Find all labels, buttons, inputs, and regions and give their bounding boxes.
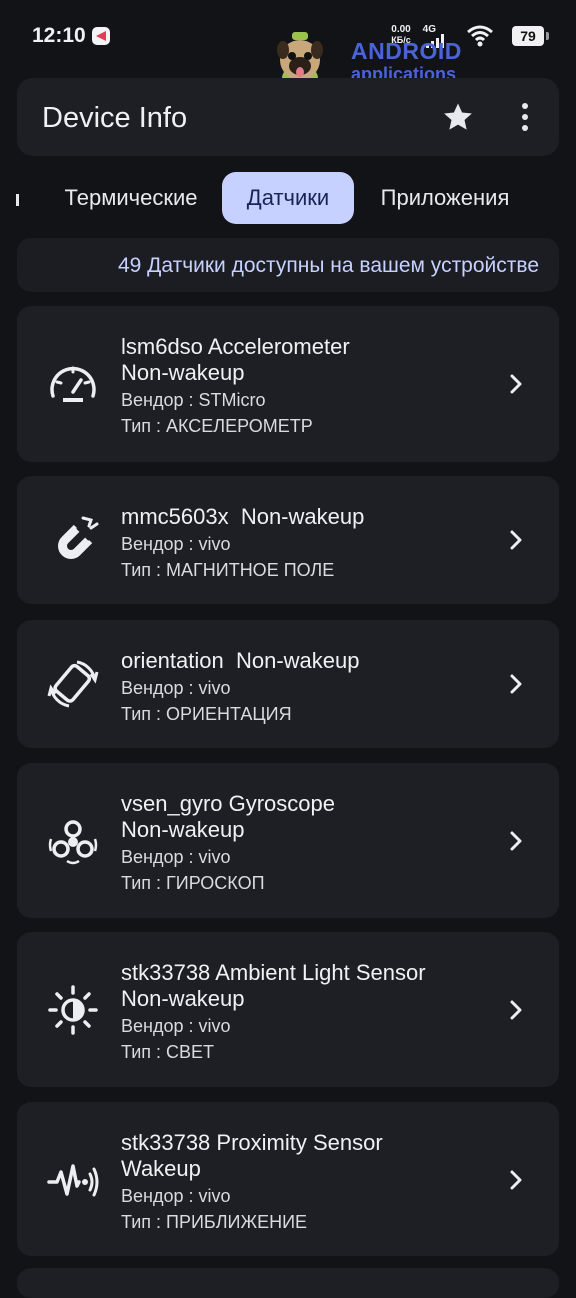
sensor-vendor: Вендор : STMicro [121, 390, 266, 410]
chevron-right-icon [510, 1170, 522, 1190]
screen-rotation-icon [47, 660, 99, 708]
sensor-vendor: Вендор : vivo [121, 1186, 231, 1206]
network-speed-value: 0.00 [391, 24, 411, 35]
tab-bar: Термические Датчики Приложения [0, 172, 576, 226]
sensor-card-accelerometer[interactable]: lsm6dso Accelerometer Non-wakeup Вендор … [17, 306, 559, 462]
proximity-icon [47, 1164, 99, 1197]
chevron-right-icon [510, 374, 522, 394]
sensor-count-text: 49 Датчики доступны на вашем устройстве [117, 254, 539, 277]
sensor-vendor: Вендор : vivo [121, 678, 231, 698]
sensor-name: mmc5603x Non-wakeup [121, 504, 365, 529]
sensor-type: Тип : СВЕТ [121, 1042, 215, 1062]
chevron-right-icon [510, 674, 522, 694]
battery-indicator: 79 [512, 26, 549, 46]
speedometer-icon [50, 366, 96, 402]
sensor-name: vsen_gyro Gyroscope Non-wakeup [121, 791, 335, 842]
sensor-type: Тип : ГИРОСКОП [121, 873, 265, 893]
app-bar: Device Info [17, 78, 559, 156]
sensor-type: Тип : МАГНИТНОЕ ПОЛЕ [121, 560, 335, 580]
sensor-card-magnetic[interactable]: mmc5603x Non-wakeup Вендор : vivo Тип : … [17, 476, 559, 604]
sensor-name: stk33738 Ambient Light Sensor Non-wakeup [121, 960, 426, 1011]
chevron-right-icon [510, 530, 522, 550]
chevron-right-icon [510, 831, 522, 851]
sensor-name: orientation Non-wakeup [121, 648, 360, 673]
app-title: Device Info [42, 102, 188, 134]
sensor-type: Тип : ПРИБЛИЖЕНИЕ [121, 1212, 308, 1232]
chevron-right-icon [510, 1000, 522, 1020]
tab-thermal[interactable]: Термические [44, 172, 218, 224]
star-icon[interactable] [441, 100, 475, 134]
sensor-name: lsm6dso Accelerometer Non-wakeup [121, 334, 350, 385]
sensor-vendor: Вендор : vivo [121, 847, 231, 867]
notification-app-icon [92, 27, 110, 45]
gyroscope-icon [48, 820, 98, 865]
sensor-type: Тип : АКСЕЛЕРОМЕТР [121, 416, 313, 436]
sensor-vendor: Вендор : vivo [121, 534, 231, 554]
watermark-title: ANDROID [351, 38, 462, 64]
sensor-card-light[interactable]: stk33738 Ambient Light Sensor Non-wakeup… [17, 932, 559, 1087]
magnet-icon [58, 516, 99, 559]
tab-partial-offscreen[interactable] [16, 194, 19, 206]
tab-apps[interactable]: Приложения [362, 172, 528, 224]
sensor-card-next-partial[interactable] [17, 1268, 559, 1298]
tab-sensors[interactable]: Датчики [222, 172, 354, 224]
sensor-count-banner: 49 Датчики доступны на вашем устройстве [17, 238, 559, 292]
brightness-icon [48, 985, 98, 1035]
more-vert-icon[interactable] [513, 100, 537, 134]
sensor-type: Тип : ОРИЕНТАЦИЯ [121, 704, 292, 724]
sensor-vendor: Вендор : vivo [121, 1016, 231, 1036]
sensor-name: stk33738 Proximity Sensor Wakeup [121, 1130, 383, 1181]
sensor-card-gyroscope[interactable]: vsen_gyro Gyroscope Non-wakeup Вендор : … [17, 763, 559, 918]
sensor-card-orientation[interactable]: orientation Non-wakeup Вендор : vivo Тип… [17, 620, 559, 748]
status-time: 12:10 [32, 24, 86, 47]
sensor-card-proximity[interactable]: stk33738 Proximity Sensor Wakeup Вендор … [17, 1102, 559, 1256]
wifi-icon [467, 25, 493, 47]
